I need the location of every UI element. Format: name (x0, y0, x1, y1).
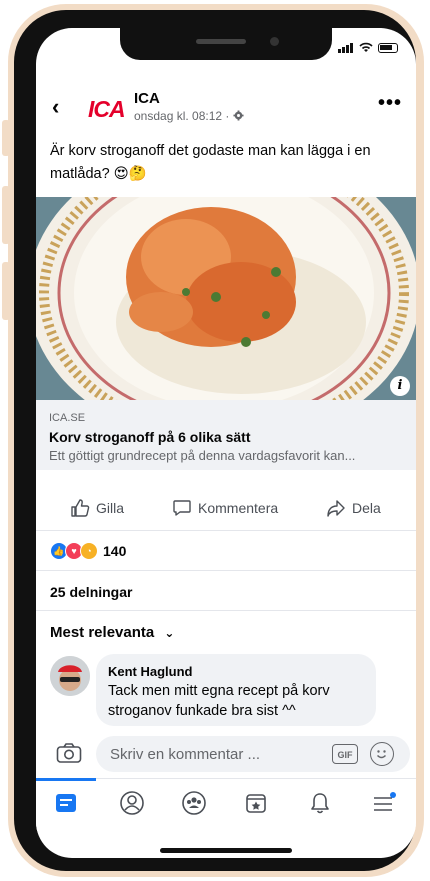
food-image (36, 197, 416, 400)
timestamp-text: onsdag kl. 08:12 · (134, 109, 230, 123)
post-header: ‹ ICA ICA onsdag kl. 08:12 · ••• (36, 86, 416, 130)
comment-text: Tack men mitt egna recept på korv stroga… (108, 683, 330, 719)
share-icon (327, 500, 345, 517)
comments-filter-label: Mest relevanta (50, 624, 155, 641)
tab-watch[interactable] (236, 787, 276, 819)
divider (36, 570, 416, 571)
post-text: Är korv stroganoff det godaste man kan l… (50, 143, 371, 182)
like-button[interactable]: Gilla (70, 498, 124, 518)
post-image[interactable]: i (36, 197, 416, 400)
tab-notifications[interactable] (300, 787, 340, 819)
notch (120, 28, 332, 60)
wifi-icon (359, 42, 373, 52)
hamburger-menu-icon (374, 792, 396, 811)
camera-icon[interactable] (56, 742, 82, 764)
side-button (2, 120, 10, 156)
more-options-button[interactable]: ••• (378, 92, 402, 115)
share-label: Dela (352, 500, 381, 516)
emoji-button[interactable] (370, 742, 394, 766)
share-button[interactable]: Dela (326, 498, 381, 518)
post-timestamp[interactable]: onsdag kl. 08:12 · (134, 109, 244, 123)
avatar[interactable] (50, 656, 90, 696)
comment-composer: GIF (36, 728, 416, 778)
reaction-count: 140 (103, 543, 127, 559)
thumbs-up-icon (71, 499, 90, 517)
action-bar: Gilla Kommentera Dela (36, 490, 416, 531)
side-button (2, 186, 10, 244)
battery-icon (378, 42, 398, 53)
home-indicator[interactable] (160, 848, 292, 853)
divider (36, 610, 416, 611)
link-title: Korv stroganoff på 6 olika sätt (49, 429, 251, 445)
profile-photo (50, 656, 90, 696)
comment-button[interactable]: Kommentera (172, 498, 278, 518)
tab-news-feed[interactable] (46, 787, 86, 819)
page-name[interactable]: ICA (134, 90, 160, 107)
link-domain: ICA.SE (49, 412, 86, 424)
link-description: Ett göttigt grundrecept på denna vardags… (49, 448, 356, 463)
gear-icon (233, 110, 244, 121)
comments-filter[interactable]: Mest relevanta ⌄ (50, 624, 174, 641)
front-camera (270, 37, 279, 46)
like-label: Gilla (96, 500, 125, 516)
speaker (196, 39, 246, 44)
news-feed-icon (56, 794, 76, 812)
smiley-icon (377, 750, 386, 759)
info-icon[interactable]: i (390, 376, 410, 396)
comment-input[interactable] (96, 736, 410, 772)
bell-icon (311, 793, 329, 814)
groups-icon (182, 791, 206, 815)
status-icons (338, 42, 398, 53)
comment-author[interactable]: Kent Haglund (108, 664, 193, 679)
tab-profile[interactable] (112, 787, 152, 819)
tab-menu[interactable] (364, 787, 404, 819)
angry-reaction-icon: ◔ (80, 542, 98, 560)
tab-groups[interactable] (174, 787, 214, 819)
chevron-down-icon: ⌄ (164, 626, 175, 640)
bottom-tab-bar (36, 778, 416, 831)
ica-logo[interactable]: ICA (88, 96, 126, 123)
comment-label: Kommentera (198, 500, 279, 516)
reaction-summary[interactable]: 👍 ♥ ◔ 140 (50, 542, 126, 560)
active-tab-indicator (36, 778, 96, 781)
gif-button[interactable]: GIF (332, 744, 358, 764)
profile-icon (120, 791, 144, 815)
watch-icon (246, 794, 266, 813)
share-count[interactable]: 25 delningar (50, 584, 132, 600)
back-button[interactable]: ‹ (52, 94, 59, 120)
link-preview[interactable]: ICA.SE Korv stroganoff på 6 olika sätt E… (36, 400, 416, 470)
comment-bubble[interactable]: Kent Haglund Tack men mitt egna recept p… (96, 654, 376, 726)
signal-icon (338, 42, 354, 53)
phone-screen: ‹ ICA ICA onsdag kl. 08:12 · ••• Är korv… (36, 28, 416, 858)
comment-icon (173, 500, 191, 516)
side-button (2, 262, 10, 320)
